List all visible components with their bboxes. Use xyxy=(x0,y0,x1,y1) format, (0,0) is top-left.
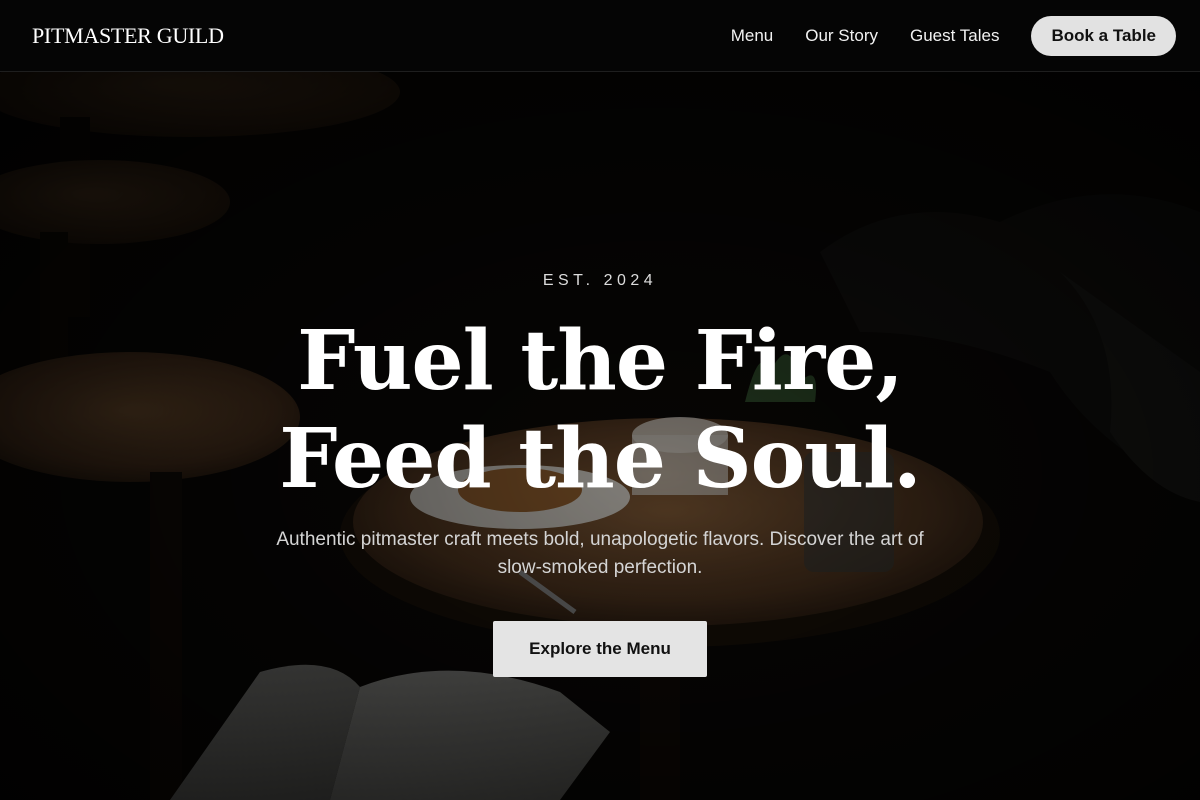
book-table-button[interactable]: Book a Table xyxy=(1031,15,1176,56)
hero-content: EST. 2024 Fuel the Fire, Feed the Soul. … xyxy=(0,72,1200,800)
hero-section: EST. 2024 Fuel the Fire, Feed the Soul. … xyxy=(0,72,1200,800)
hero-headline: Fuel the Fire, Feed the Soul. xyxy=(0,312,1200,508)
hero-subtext: Authentic pitmaster craft meets bold, un… xyxy=(276,529,924,578)
hero-eyebrow: EST. 2024 xyxy=(542,272,658,289)
nav-link-guest-tales[interactable]: Guest Tales xyxy=(910,26,999,46)
logo[interactable]: PITMASTER GUILD xyxy=(32,23,224,49)
hero-headline-line-2: Feed the Soul. xyxy=(279,411,921,507)
hero-headline-line-1: Fuel the Fire, xyxy=(297,313,904,409)
explore-menu-button[interactable]: Explore the Menu xyxy=(493,621,707,677)
site-header: PITMASTER GUILD Menu Our Story Guest Tal… xyxy=(0,0,1200,72)
nav-link-menu[interactable]: Menu xyxy=(731,26,774,46)
main-nav: Menu Our Story Guest Tales Book a Table xyxy=(731,15,1176,56)
nav-link-our-story[interactable]: Our Story xyxy=(805,26,878,46)
